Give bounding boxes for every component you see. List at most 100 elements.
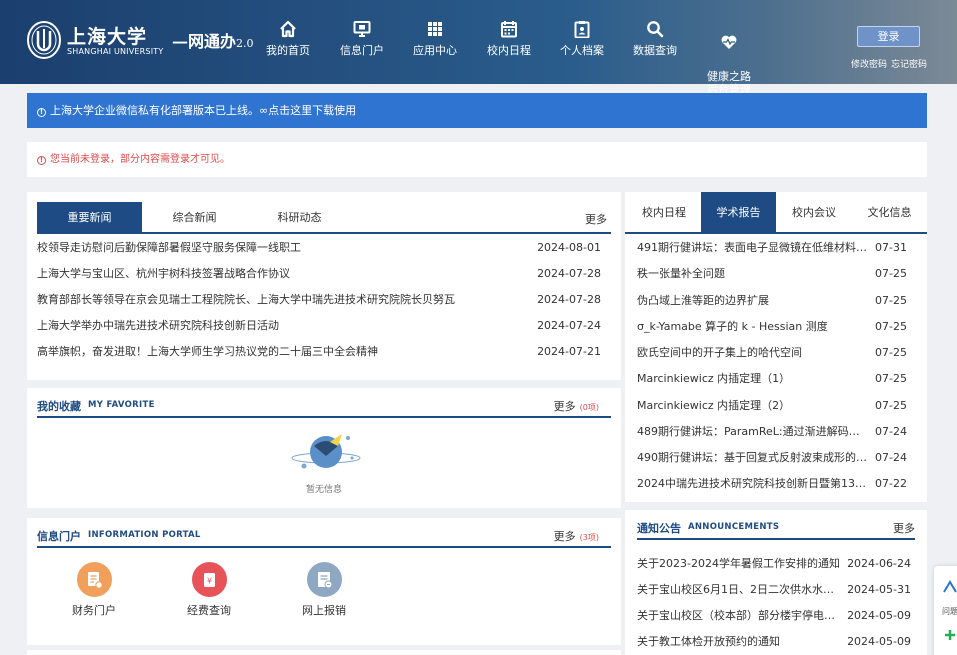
report-date: 07-25 <box>875 293 907 307</box>
nav-health-admin[interactable]: 健康之路 后台管理 <box>694 20 764 96</box>
report-row[interactable]: 欧氏空间中的开子集上的哈代空间 07-25 <box>637 340 927 366</box>
finance-portal-icon[interactable] <box>76 562 112 597</box>
portal-title-en: INFORMATION PORTAL <box>88 530 201 540</box>
announcement-title[interactable]: 关于2023-2024学年暑假工作安排的通知 <box>637 551 842 577</box>
tab-campus-schedule[interactable]: 校内日程 <box>626 192 702 234</box>
report-row[interactable]: 2024中瑞先进技术研究院科技创新日暨第13期... 07-22 <box>637 471 927 497</box>
announcement-title[interactable]: 关于宝山校区（校本部）部分楼宇停电的通知 <box>637 603 842 629</box>
news-title[interactable]: 教育部部长等领导在京会见瑞士工程院院长、上海大学中瑞先进技术研究院院长贝努瓦 <box>37 287 527 313</box>
report-date: 07-25 <box>875 372 907 385</box>
announcement-row[interactable]: 关于宝山校区6月1日、2日二次供水水箱水... 2024-05-31 <box>637 577 927 603</box>
news-row[interactable]: 上海大学举办中瑞先进技术研究院科技创新日活动 2024-07-24 <box>37 313 611 339</box>
news-date: 2024-07-21 <box>537 345 601 358</box>
report-row[interactable]: σ_k-Yamabe 算子的 k - Hessian 测度 07-25 <box>637 314 927 340</box>
portal-more-label[interactable]: 更多 <box>554 530 576 543</box>
report-row[interactable]: 秩一张量补全问题 07-25 <box>637 261 927 287</box>
favorites-more-label[interactable]: 更多 <box>554 400 576 413</box>
nav-info-portal[interactable]: 信息门户 <box>327 20 397 57</box>
wecom-notice-banner: ! 上海大学企业微信私有化部署版本已上线。∞点击这里下载使用 <box>27 93 927 128</box>
portal-item-label[interactable]: 网上报销 <box>284 602 364 618</box>
news-row[interactable]: 教育部部长等领导在京会见瑞士工程院院长、上海大学中瑞先进技术研究院院长贝努瓦 20… <box>37 287 611 313</box>
university-logo-icon[interactable] <box>26 20 62 60</box>
tab-important-news[interactable]: 重要新闻 <box>37 202 142 234</box>
top-header: 上海大学 SHANGHAI UNIVERSITY —网通办2.0 我的首页 信息… <box>0 0 957 96</box>
nav-profile-label: 个人档案 <box>560 44 604 57</box>
report-row[interactable]: 491期行健讲坛：表面电子显微镜在低维材料的... 07-31 <box>637 235 927 261</box>
tab-academic-reports[interactable]: 学术报告 <box>701 192 776 234</box>
feedback-float-button[interactable]: 问题 <box>934 566 957 655</box>
nav-profile[interactable]: 个人档案 <box>547 20 617 57</box>
report-row[interactable]: 489期行健讲坛：ParamReL:通过渐进解码贝叶... 07-24 <box>637 419 927 445</box>
announcements-title-en: ANNOUNCEMENTS <box>688 522 780 532</box>
portal-item-finance[interactable]: 财务门户 <box>54 562 134 618</box>
news-row[interactable]: 校领导走访慰问后勤保障部暑假坚守服务保障一线职工 2024-08-01 <box>37 235 611 261</box>
report-title[interactable]: 491期行健讲坛：表面电子显微镜在低维材料的... <box>637 235 867 261</box>
announcements-more-link[interactable]: 更多 <box>893 520 915 536</box>
news-row[interactable]: 上海大学与宝山区、杭州宇树科技签署战略合作协议 2024-07-28 <box>37 261 611 287</box>
news-date: 2024-07-28 <box>537 267 601 280</box>
nav-home[interactable]: 我的首页 <box>253 20 323 57</box>
report-title[interactable]: 2024中瑞先进技术研究院科技创新日暨第13期... <box>637 471 867 497</box>
report-row[interactable]: Marcinkiewicz 内插定理（1） 07-25 <box>637 366 927 392</box>
home-icon <box>280 20 296 38</box>
funding-query-icon[interactable]: ¥ <box>191 562 227 597</box>
portal-item-funding[interactable]: ¥ 经费查询 <box>169 562 249 618</box>
news-date: 2024-07-24 <box>537 319 601 332</box>
report-row[interactable]: Marcinkiewicz 内插定理（2） 07-25 <box>637 393 927 419</box>
brand-name-en: SHANGHAI UNIVERSITY <box>67 47 164 56</box>
reimbursement-icon[interactable] <box>306 562 342 597</box>
wecom-download-link[interactable]: 点击这里下载使用 <box>268 104 356 117</box>
report-title[interactable]: 欧氏空间中的开子集上的哈代空间 <box>637 340 867 366</box>
report-title[interactable]: 秩一张量补全问题 <box>637 261 867 287</box>
favorites-more-link[interactable]: 更多 (0项) <box>554 398 599 414</box>
news-title[interactable]: 上海大学与宝山区、杭州宇树科技签署战略合作协议 <box>37 261 527 287</box>
info-portal-panel: 信息门户 INFORMATION PORTAL 更多 (3项) 财务门户 ¥ 经费… <box>27 518 621 645</box>
report-title[interactable]: 伪凸域上淮等距的边界扩展 <box>637 288 867 314</box>
question-icon <box>943 580 957 593</box>
academic-tabs: 校内日程 学术报告 校内会议 文化信息 <box>625 192 927 234</box>
nav-app-center[interactable]: 应用中心 <box>400 20 470 57</box>
announcement-title[interactable]: 关于宝山校区6月1日、2日二次供水水箱水... <box>637 577 842 603</box>
announcement-date: 2024-05-09 <box>847 609 911 622</box>
nav-data-query[interactable]: 数据查询 <box>620 20 690 57</box>
forgot-password-link[interactable]: 忘记密码 <box>891 60 927 70</box>
announcement-title[interactable]: 关于教工体检开放预约的通知 <box>637 629 842 655</box>
news-title[interactable]: 校领导走访慰问后勤保障部暑假坚守服务保障一线职工 <box>37 235 527 261</box>
tab-campus-meetings[interactable]: 校内会议 <box>776 192 852 234</box>
portal-item-label[interactable]: 财务门户 <box>54 602 134 618</box>
favorites-count: (0项) <box>579 403 599 412</box>
report-row[interactable]: 490期行健讲坛：基于回复式反射波束成形的无... 07-24 <box>637 445 927 471</box>
portal-item-label[interactable]: 经费查询 <box>169 602 249 618</box>
tab-research-news[interactable]: 科研动态 <box>247 202 352 234</box>
portal-title: 信息门户 <box>37 530 81 543</box>
heart-icon <box>721 35 737 49</box>
tab-general-news[interactable]: 综合新闻 <box>142 202 247 234</box>
announcement-row[interactable]: 关于教工体检开放预约的通知 2024-05-09 <box>637 629 927 655</box>
report-row[interactable]: 伪凸域上淮等距的边界扩展 07-25 <box>637 288 927 314</box>
search-icon <box>647 21 664 38</box>
change-password-link[interactable]: 修改密码 <box>851 60 887 70</box>
news-more-link[interactable]: 更多 <box>585 211 607 227</box>
login-button[interactable]: 登录 <box>857 26 920 47</box>
report-title[interactable]: 490期行健讲坛：基于回复式反射波束成形的无... <box>637 445 867 471</box>
news-date: 2024-08-01 <box>537 241 601 254</box>
brand-version: 2.0 <box>236 37 254 50</box>
news-title[interactable]: 高举旗帜，奋发进取！上海大学师生学习热议党的二十届三中全会精神 <box>37 339 527 365</box>
news-title[interactable]: 上海大学举办中瑞先进技术研究院科技创新日活动 <box>37 313 527 339</box>
news-row[interactable]: 高举旗帜，奋发进取！上海大学师生学习热议党的二十届三中全会精神 2024-07-2… <box>37 339 611 365</box>
report-title[interactable]: σ_k-Yamabe 算子的 k - Hessian 测度 <box>637 314 867 340</box>
portal-more-link[interactable]: 更多 (3项) <box>554 528 599 544</box>
tab-culture-info[interactable]: 文化信息 <box>852 192 927 234</box>
announcement-row[interactable]: 关于2023-2024学年暑假工作安排的通知 2024-06-24 <box>637 551 927 577</box>
report-title[interactable]: 489期行健讲坛：ParamReL:通过渐进解码贝叶... <box>637 419 867 445</box>
favorites-header: 我的收藏 MY FAVORITE 更多 (0项) <box>37 398 611 418</box>
announcement-row[interactable]: 关于宝山校区（校本部）部分楼宇停电的通知 2024-05-09 <box>637 603 927 629</box>
warning-icon: ! <box>37 156 46 165</box>
news-tabs: 重要新闻 综合新闻 科研动态 更多 <box>37 202 611 234</box>
report-title[interactable]: Marcinkiewicz 内插定理（1） <box>637 366 867 392</box>
portal-item-reimbursement[interactable]: 网上报销 <box>284 562 364 618</box>
favorites-empty-text: 暂无信息 <box>305 485 342 495</box>
nav-schedule[interactable]: 校内日程 <box>474 20 544 57</box>
report-title[interactable]: Marcinkiewicz 内插定理（2） <box>637 393 867 419</box>
login-links: 修改密码 忘记密码 <box>851 57 927 70</box>
